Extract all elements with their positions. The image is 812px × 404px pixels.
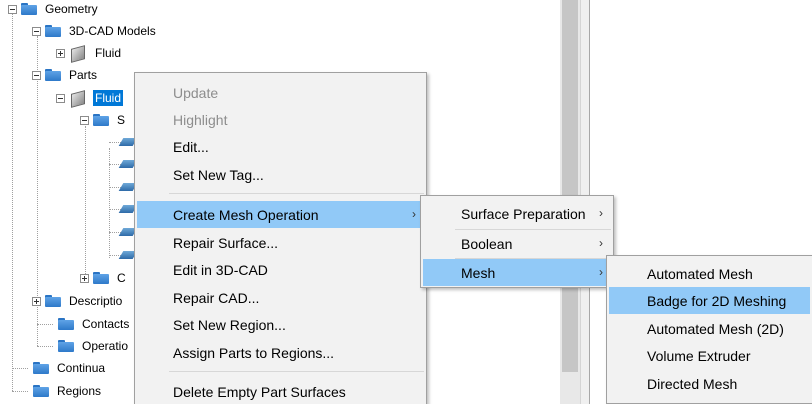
menu-item-label: Automated Mesh	[647, 265, 753, 282]
folder-icon	[33, 362, 49, 374]
expand-toggle[interactable]	[56, 48, 65, 58]
menu-item-update[interactable]: Update	[137, 79, 424, 106]
menu-item-label: Surface Preparation	[461, 205, 586, 222]
folder-icon	[45, 25, 61, 37]
menu-item-repair-surface[interactable]: Repair Surface...	[137, 229, 424, 256]
folder-icon	[93, 114, 109, 126]
tree-line	[85, 126, 86, 278]
context-menu: Update Highlight Edit... Set New Tag... …	[134, 72, 427, 404]
menu-item-label: Delete Empty Part Surfaces	[173, 383, 346, 400]
mesh-submenu: Automated Mesh Badge for 2D Meshing Auto…	[606, 255, 812, 404]
tree-node-label: S	[117, 113, 126, 127]
folder-icon	[33, 385, 49, 397]
folder-icon	[58, 340, 74, 352]
menu-item-label: Volume Extruder	[647, 347, 751, 364]
folder-icon	[58, 318, 74, 330]
scrollbar-thumb[interactable]	[562, 0, 578, 372]
folder-icon	[21, 3, 37, 15]
tree-node-descriptions[interactable]: Descriptio	[32, 290, 124, 312]
menu-item-repair-cad[interactable]: Repair CAD...	[137, 284, 424, 311]
tree-node-label: Contacts	[82, 317, 130, 331]
tree-node-fluid-cad-model[interactable]: Fluid	[56, 42, 123, 64]
menu-item-automated-mesh[interactable]: Automated Mesh	[609, 260, 810, 287]
tree-node-part-contacts[interactable]: C	[80, 267, 128, 289]
cad-model-icon	[69, 45, 87, 61]
menu-item-boolean[interactable]: Boolean ›	[423, 230, 611, 257]
menu-item-delete-empty-part-surfaces[interactable]: Delete Empty Part Surfaces	[137, 378, 424, 404]
menu-item-label: Edit in 3D-CAD	[173, 261, 268, 278]
menu-item-label: Edit...	[173, 138, 209, 155]
menu-item-label: Mesh	[461, 264, 496, 281]
tree-node-fluid-part[interactable]: Fluid	[56, 87, 124, 109]
menu-item-edit[interactable]: Edit...	[137, 133, 424, 160]
folder-icon	[93, 272, 109, 284]
tree-node-label: C	[117, 271, 126, 285]
tree-node-regions[interactable]: Regions	[20, 380, 103, 402]
menu-item-label: Highlight	[173, 111, 228, 128]
collapse-toggle[interactable]	[8, 4, 17, 14]
submenu-arrow-icon: ›	[599, 236, 603, 250]
menu-item-surface-preparation[interactable]: Surface Preparation ›	[423, 200, 611, 227]
menu-item-highlight[interactable]: Highlight	[137, 106, 424, 133]
menu-item-label: Set New Tag...	[173, 166, 264, 183]
menu-separator	[169, 193, 424, 194]
submenu-arrow-icon: ›	[599, 265, 603, 279]
mesh-operation-submenu: Surface Preparation › Boolean › Mesh ›	[420, 195, 614, 288]
menu-item-label: Assign Parts to Regions...	[173, 344, 335, 361]
collapse-toggle[interactable]	[80, 115, 89, 125]
menu-item-directed-mesh[interactable]: Directed Mesh	[609, 370, 810, 397]
menu-item-label: Set New Region...	[173, 316, 286, 333]
menu-item-edit-in-3d-cad[interactable]: Edit in 3D-CAD	[137, 256, 424, 283]
menu-item-label: Repair Surface...	[173, 234, 279, 251]
menu-item-label: Update	[173, 84, 219, 101]
menu-item-label: Badge for 2D Meshing	[647, 292, 787, 309]
tree-node-3d-cad-models[interactable]: 3D-CAD Models	[32, 20, 158, 42]
tree-node-label: Regions	[57, 384, 102, 398]
menu-item-set-new-tag[interactable]: Set New Tag...	[137, 161, 424, 188]
menu-item-label: Automated Mesh (2D)	[647, 320, 784, 337]
menu-item-label: Repair CAD...	[173, 289, 260, 306]
tree-node-continua[interactable]: Continua	[20, 357, 107, 379]
collapse-toggle[interactable]	[56, 93, 65, 103]
submenu-arrow-icon: ›	[599, 206, 603, 220]
tree-line	[12, 14, 13, 391]
expand-toggle[interactable]	[80, 273, 89, 283]
folder-icon	[45, 69, 61, 81]
menu-item-mesh[interactable]: Mesh ›	[423, 259, 611, 286]
menu-item-automated-mesh-2d[interactable]: Automated Mesh (2D)	[609, 315, 810, 342]
menu-item-assign-parts-to-regions[interactable]: Assign Parts to Regions...	[137, 339, 424, 366]
tree-node-label: Operatio	[82, 339, 129, 353]
tree-node-label: Geometry	[45, 2, 98, 16]
tree-node-operations[interactable]: Operatio	[45, 335, 130, 357]
tree-node-label: Continua	[57, 361, 106, 375]
menu-item-label: Create Mesh Operation	[173, 206, 319, 223]
menu-item-label: Boolean	[461, 235, 513, 252]
submenu-arrow-icon: ›	[412, 207, 416, 221]
tree-node-geometry[interactable]: Geometry	[8, 0, 100, 20]
menu-separator	[169, 371, 424, 372]
tree-node-contacts[interactable]: Contacts	[45, 313, 131, 335]
collapse-toggle[interactable]	[32, 70, 41, 80]
menu-item-label: Directed Mesh	[647, 375, 738, 392]
menu-item-create-mesh-operation[interactable]: Create Mesh Operation ›	[137, 201, 424, 228]
tree-node-surfaces[interactable]: S	[80, 109, 127, 131]
tree-node-label: Parts	[69, 68, 98, 82]
folder-icon	[45, 295, 61, 307]
menu-item-set-new-region[interactable]: Set New Region...	[137, 311, 424, 338]
collapse-toggle[interactable]	[32, 26, 41, 36]
part-icon	[69, 90, 87, 106]
expand-toggle[interactable]	[32, 296, 41, 306]
tree-node-label: Fluid	[95, 46, 122, 60]
menu-item-volume-extruder[interactable]: Volume Extruder	[609, 342, 810, 369]
tree-node-label-selected: Fluid	[93, 90, 124, 106]
tree-node-parts[interactable]: Parts	[32, 64, 99, 86]
menu-item-badge-for-2d-meshing[interactable]: Badge for 2D Meshing	[609, 287, 810, 314]
tree-node-label: Descriptio	[69, 294, 123, 308]
tree-node-label: 3D-CAD Models	[69, 24, 156, 38]
